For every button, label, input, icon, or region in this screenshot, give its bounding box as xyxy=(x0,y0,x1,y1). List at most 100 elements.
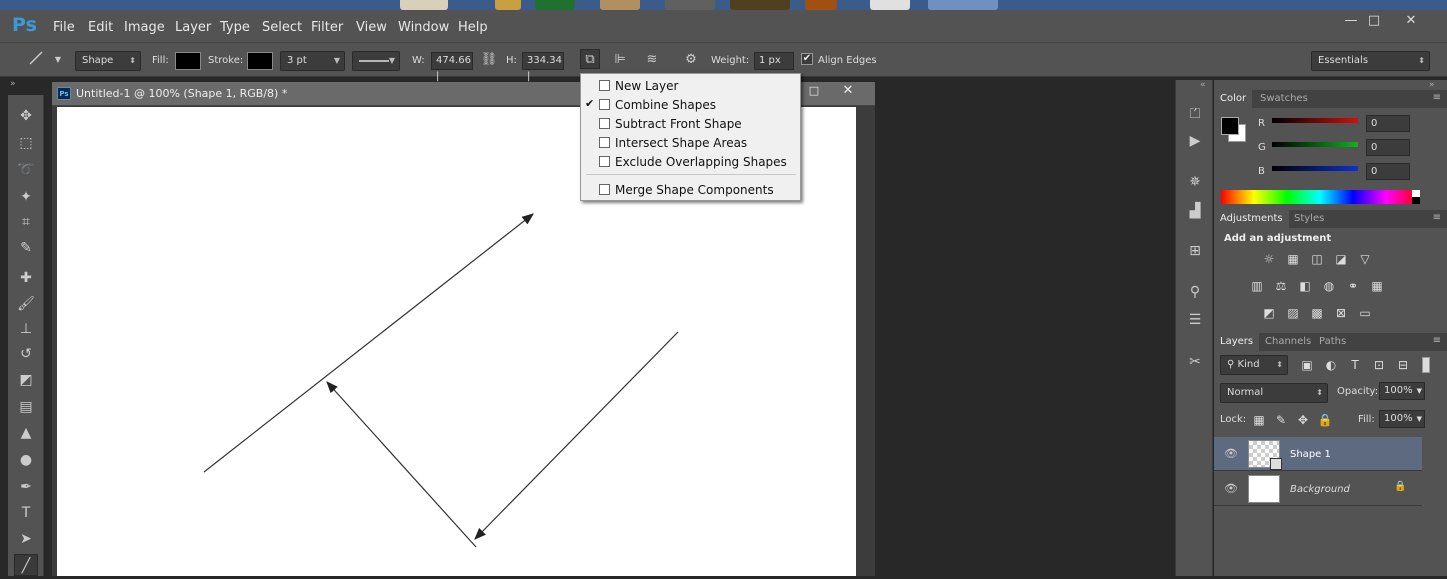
taskbar-item[interactable] xyxy=(535,0,575,10)
eye-icon[interactable]: 👁 xyxy=(1224,447,1238,460)
stroke-swatch[interactable] xyxy=(247,52,273,70)
maximize-button[interactable]: □ xyxy=(1363,13,1385,29)
actions-panel-icon[interactable]: ▶ xyxy=(1184,131,1206,151)
selective-color-icon[interactable]: ⊠ xyxy=(1332,305,1350,321)
panel-menu-icon[interactable]: ≡ xyxy=(1433,92,1441,103)
marquee-tool-icon[interactable]: ⬚ xyxy=(14,132,38,154)
hue-saturation-icon[interactable]: ▥ xyxy=(1248,278,1266,294)
stroke-style-select[interactable]: ▼ xyxy=(352,51,400,71)
tab-channels[interactable]: Channels xyxy=(1259,333,1317,351)
menu-item-exclude-overlapping-shapes[interactable]: Exclude Overlapping Shapes xyxy=(581,152,800,171)
spectrum-white[interactable] xyxy=(1412,190,1420,197)
layer-row-shape-1[interactable]: 👁 Shape 1 xyxy=(1214,437,1422,471)
brush-tool-icon[interactable]: 🖌 xyxy=(14,293,38,315)
magic-wand-tool-icon[interactable]: ✦ xyxy=(14,186,38,208)
menu-edit[interactable]: Edit xyxy=(88,20,113,35)
panel-menu-icon[interactable]: ≡ xyxy=(1433,335,1441,346)
filter-shape-icon[interactable]: ⊡ xyxy=(1370,357,1388,373)
tab-color[interactable]: Color xyxy=(1214,90,1253,108)
kind-filter-select[interactable]: ⚲ Kind ⬍ xyxy=(1220,355,1288,375)
filter-type-icon[interactable]: T xyxy=(1346,357,1364,373)
taskbar-item[interactable] xyxy=(928,0,998,10)
black-white-icon[interactable]: ◧ xyxy=(1296,278,1314,294)
menu-item-merge-shape-components[interactable]: Merge Shape Components xyxy=(581,180,800,199)
opacity-field[interactable]: 100% ▼ xyxy=(1379,382,1425,400)
eraser-tool-icon[interactable]: ◩ xyxy=(14,369,38,391)
path-selection-tool-icon[interactable]: ➤ xyxy=(14,528,38,550)
g-value-field[interactable]: 0 xyxy=(1366,139,1410,156)
color-balance-icon[interactable]: ⚖ xyxy=(1272,278,1290,294)
posterize-icon[interactable]: ▨ xyxy=(1284,305,1302,321)
line-tool-icon[interactable]: ╱ xyxy=(14,554,38,576)
menu-window[interactable]: Window xyxy=(398,20,449,35)
taskbar-item[interactable] xyxy=(400,0,448,10)
invert-icon[interactable]: ◩ xyxy=(1260,305,1278,321)
taskbar-item[interactable] xyxy=(665,0,715,10)
width-field[interactable]: 474.66 | xyxy=(431,52,473,82)
line-tool-icon[interactable] xyxy=(26,50,46,70)
gear-icon[interactable]: ⚙ xyxy=(681,50,701,70)
menu-help[interactable]: Help xyxy=(458,20,488,35)
g-slider[interactable] xyxy=(1272,142,1358,147)
collapse-left-icon[interactable]: » xyxy=(10,79,16,89)
exposure-icon[interactable]: ◪ xyxy=(1332,251,1350,267)
menu-layer[interactable]: Layer xyxy=(175,20,211,35)
arrow-line[interactable] xyxy=(474,331,679,540)
align-edges-checkbox[interactable]: ✔ xyxy=(801,53,813,65)
b-value-field[interactable]: 0 xyxy=(1366,163,1410,180)
menu-file[interactable]: File xyxy=(53,20,75,35)
fill-swatch[interactable] xyxy=(175,52,201,70)
path-arrangement-icon[interactable]: ≋ xyxy=(642,50,662,70)
tab-paths[interactable]: Paths xyxy=(1313,333,1352,351)
maximize-icon[interactable]: □ xyxy=(804,84,824,100)
gradient-tool-icon[interactable]: ▤ xyxy=(14,396,38,418)
color-lookup-icon[interactable]: ▦ xyxy=(1368,278,1386,294)
eyedropper-tool-icon[interactable]: ✎ xyxy=(14,237,38,259)
history-brush-tool-icon[interactable]: ↺ xyxy=(14,343,38,365)
collapse-dock-icon[interactable]: « xyxy=(1200,80,1206,90)
threshold-icon[interactable]: ▩ xyxy=(1308,305,1326,321)
color-spectrum[interactable] xyxy=(1221,190,1419,204)
filter-smart-object-icon[interactable]: ⊟ xyxy=(1394,357,1412,373)
menu-view[interactable]: View xyxy=(356,20,387,35)
lock-pixels-icon[interactable]: ✎ xyxy=(1272,412,1290,428)
filter-adjustment-icon[interactable]: ◐ xyxy=(1322,357,1340,373)
close-button[interactable]: ✕ xyxy=(1400,13,1422,29)
taskbar-item[interactable] xyxy=(805,0,837,10)
tab-swatches[interactable]: Swatches xyxy=(1254,90,1314,108)
r-slider[interactable] xyxy=(1272,118,1358,123)
taskbar-item[interactable] xyxy=(730,0,790,10)
filter-toggle[interactable] xyxy=(1422,357,1430,373)
taskbar-item[interactable] xyxy=(600,0,640,10)
channel-mixer-icon[interactable]: ⚭ xyxy=(1344,278,1362,294)
arrow-line[interactable] xyxy=(326,381,477,548)
properties-panel-icon[interactable]: ☰ xyxy=(1184,310,1206,330)
menu-image[interactable]: Image xyxy=(124,20,165,35)
spectrum-black[interactable] xyxy=(1412,197,1420,204)
menu-item-intersect-shape-areas[interactable]: Intersect Shape Areas xyxy=(581,133,800,152)
lasso-tool-icon[interactable]: ➰ xyxy=(14,159,38,181)
lock-position-icon[interactable]: ✥ xyxy=(1294,412,1312,428)
panel-menu-icon[interactable]: ≡ xyxy=(1433,212,1441,223)
collapse-panels-icon[interactable]: » xyxy=(1429,80,1435,90)
clone-stamp-tool-icon[interactable]: ⊥ xyxy=(14,318,38,340)
taskbar-item[interactable] xyxy=(495,0,521,10)
height-field[interactable]: 334.34 | xyxy=(522,52,564,82)
tool-presets-panel-icon[interactable]: ✂ xyxy=(1184,352,1206,372)
navigator-panel-icon[interactable]: ✵ xyxy=(1184,172,1206,192)
menu-item-new-layer[interactable]: New Layer xyxy=(581,76,800,95)
healing-brush-tool-icon[interactable]: ✚ xyxy=(14,267,38,289)
histogram-panel-icon[interactable]: ▟ xyxy=(1184,201,1206,221)
arrow-line[interactable] xyxy=(203,213,534,473)
menu-filter[interactable]: Filter xyxy=(311,20,343,35)
filter-pixel-icon[interactable]: ▣ xyxy=(1298,357,1316,373)
layer-row-background[interactable]: 👁 Background 🔒 xyxy=(1214,472,1422,506)
workspace-select[interactable]: Essentials ⬍ xyxy=(1311,51,1430,71)
stroke-width-select[interactable]: 3 pt ▼ xyxy=(280,51,345,71)
curves-icon[interactable]: ◫ xyxy=(1308,251,1326,267)
levels-icon[interactable]: ▦ xyxy=(1284,251,1302,267)
photo-filter-icon[interactable]: ◍ xyxy=(1320,278,1338,294)
menu-type[interactable]: Type xyxy=(220,20,250,35)
path-alignment-icon[interactable]: ⊫ xyxy=(610,50,630,70)
blur-tool-icon[interactable]: ▲ xyxy=(14,422,38,444)
